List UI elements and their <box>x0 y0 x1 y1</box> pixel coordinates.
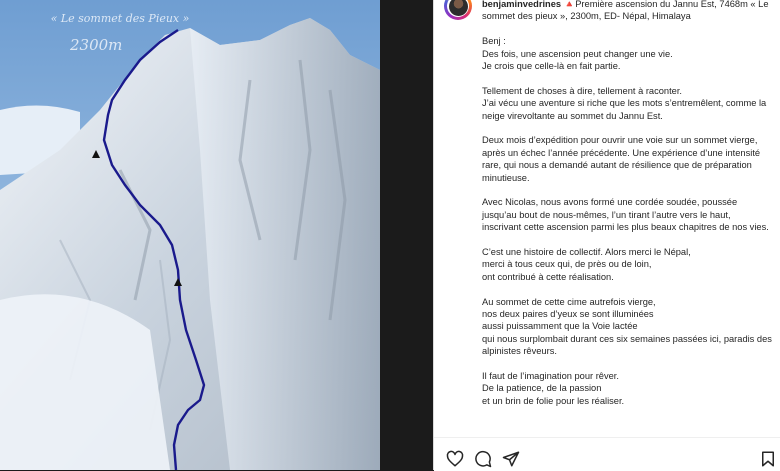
photo-caption: « Le sommet des Pieux » <box>50 12 190 25</box>
caption-paragraph: Avec Nicolas, nous avons formé une cordé… <box>482 197 769 233</box>
media-gap <box>380 0 433 470</box>
profile-photo <box>448 0 468 16</box>
caption-paragraph: Il faut de l’imagination pour rêver. De … <box>482 371 625 406</box>
caption-text: benjaminvedrines 🔺Première ascension du … <box>482 0 772 407</box>
photo-altitude-label: 2300m <box>70 36 123 54</box>
avatar[interactable] <box>444 0 472 20</box>
caption-paragraph: C’est une histoire de collectif. Alors m… <box>482 247 691 282</box>
caption-paragraph: Au sommet de cette cime autrefois vierge… <box>482 296 772 357</box>
mountain-photo <box>0 0 380 470</box>
bookmark-icon[interactable] <box>759 450 777 468</box>
caption-paragraph: Tellement de choses à dire, tellement à … <box>482 85 767 121</box>
caption-paragraph: Deux mois d’expédition pour ouvrir une v… <box>482 135 761 183</box>
username-link[interactable]: benjaminvedrines <box>482 0 561 9</box>
caption-paragraph: Benj : Des fois, une ascension peut chan… <box>482 36 673 72</box>
comment-icon[interactable] <box>474 450 492 468</box>
caption-headline: benjaminvedrines 🔺Première ascension du … <box>482 0 772 23</box>
action-bar <box>434 437 780 471</box>
heart-icon[interactable] <box>446 450 464 468</box>
post-photo[interactable]: « Le sommet des Pieux » 2300m <box>0 0 380 470</box>
caption-area[interactable]: benjaminvedrines 🔺Première ascension du … <box>434 0 780 437</box>
send-icon[interactable] <box>502 450 520 468</box>
post-details-panel: benjaminvedrines 🔺Première ascension du … <box>433 0 780 471</box>
